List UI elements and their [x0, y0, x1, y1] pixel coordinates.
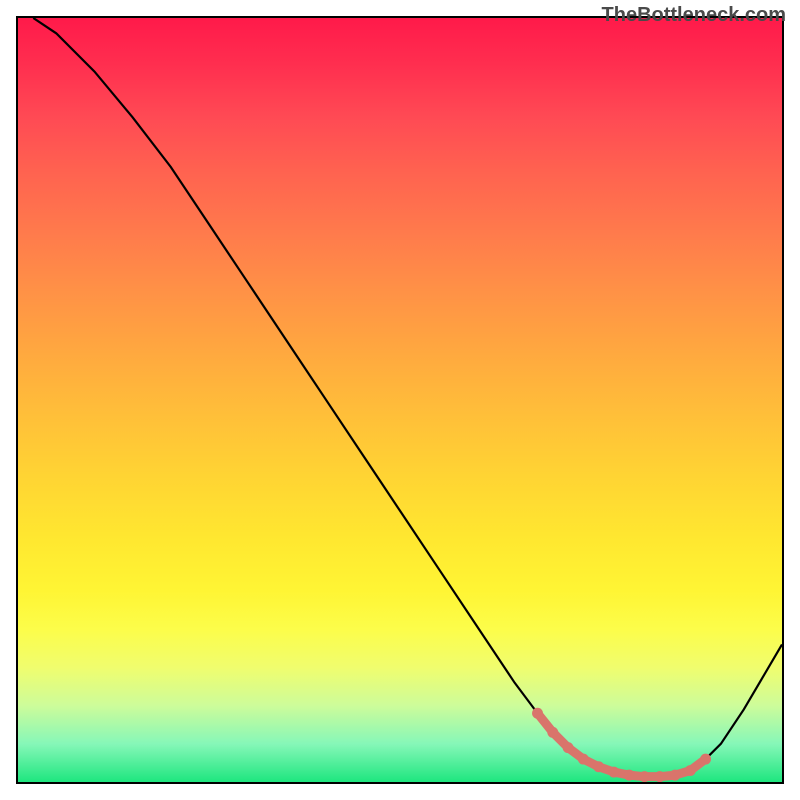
highlight-segment — [532, 708, 711, 782]
plot-area — [16, 16, 784, 784]
main-curve-line — [33, 18, 782, 777]
watermark-text: TheBottleneck.com — [602, 4, 786, 27]
chart-svg — [18, 18, 782, 782]
